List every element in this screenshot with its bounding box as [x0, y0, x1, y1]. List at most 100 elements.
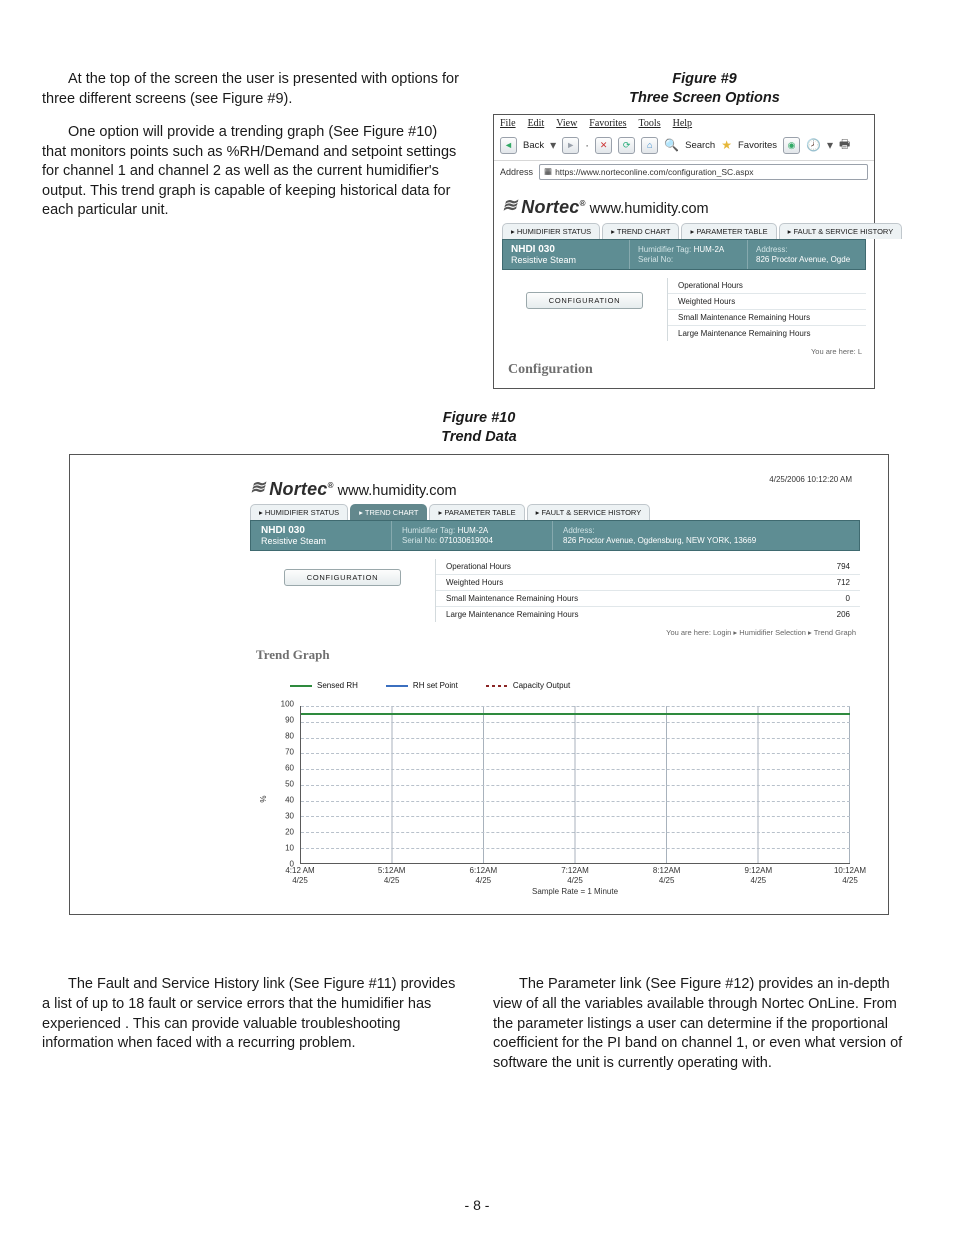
figure-10-section: Figure #10 Trend Data 4/25/2006 10:12:20… [42, 409, 916, 916]
tab-trend-chart[interactable]: ▸ TREND CHART [350, 504, 427, 520]
nav-tabs: ▸ HUMIDIFIER STATUS ▸ TREND CHART ▸ PARA… [502, 223, 866, 239]
table-row: Small Maintenance Remaining Hours [668, 310, 866, 326]
menu-edit[interactable]: Edit [528, 118, 545, 129]
x-axis-ticks: Sample Rate = 1 Minute 4:12 AM4/255:12AM… [300, 866, 850, 894]
bottom-left-column: The Fault and Service History link (See … [42, 975, 465, 1067]
section-title: Trend Graph [256, 647, 860, 663]
address-input[interactable]: ▦ https://www.norteconline.com/configura… [539, 164, 868, 180]
table-row: Operational Hours794 [436, 559, 860, 575]
media-icon[interactable]: ◉ [783, 137, 800, 154]
configuration-button[interactable]: CONFIGURATION [284, 569, 401, 586]
menu-view[interactable]: View [556, 118, 577, 129]
favorites-star-icon[interactable]: ★ [721, 138, 732, 152]
brand-subtext: www.humidity.com [590, 201, 709, 217]
device-type: Resistive Steam [261, 536, 381, 546]
device-header: NHDI 030 Resistive Steam Humidifier Tag:… [250, 520, 860, 551]
menu-help[interactable]: Help [673, 118, 692, 129]
address-value: 826 Proctor Avenue, Ogde [756, 255, 850, 264]
tab-parameter-table[interactable]: ▸ PARAMETER TABLE [681, 223, 776, 239]
tag-value: HUM-2A [458, 526, 489, 535]
top-section: At the top of the screen the user is pre… [42, 70, 916, 389]
legend-item: Capacity Output [486, 681, 570, 690]
intro-text-column: At the top of the screen the user is pre… [42, 70, 465, 235]
serial-value: 071030619004 [440, 536, 493, 545]
address-bar: Address ▦ https://www.norteconline.com/c… [494, 161, 874, 187]
legend-swatch-icon [290, 685, 312, 687]
y-axis-ticks: 0102030405060708090100 [264, 704, 298, 864]
tab-humidifier-status[interactable]: ▸ HUMIDIFIER STATUS [502, 223, 600, 239]
separator-icon: · [585, 138, 589, 152]
serial-label: Serial No: [402, 536, 437, 545]
table-row: Operational Hours [668, 278, 866, 294]
nav-tabs: ▸ HUMIDIFIER STATUS ▸ TREND CHART ▸ PARA… [250, 504, 860, 520]
table-row: Large Maintenance Remaining Hours206 [436, 607, 860, 622]
serial-label: Serial No: [638, 255, 673, 264]
history-icon[interactable]: 🕗 [806, 138, 821, 152]
quick-stats: CONFIGURATION Operational Hours794 Weigh… [250, 559, 860, 622]
dropdown-icon[interactable]: ▾ [550, 138, 556, 152]
configuration-button[interactable]: CONFIGURATION [526, 292, 643, 309]
forward-icon[interactable]: ► [562, 137, 579, 154]
address-label-hdr: Address: [756, 245, 788, 254]
quick-stats-table: Operational Hours Weighted Hours Small M… [667, 278, 866, 341]
figure-9-caption: Figure #9 Three Screen Options [493, 70, 916, 108]
bottom-right-column: The Parameter link (See Figure #12) prov… [493, 975, 916, 1087]
brand-wave-icon: ≋ [250, 477, 265, 498]
tab-fault-service[interactable]: ▸ FAULT & SERVICE HISTORY [527, 504, 651, 520]
intro-paragraph-2: One option will provide a trending graph… [42, 123, 465, 221]
browser-toolbar: ◄ Back ▾ ► · ✕ ⟳ ⌂ 🔍 Search ★ Favorites … [494, 132, 874, 161]
quick-stats-table: Operational Hours794 Weighted Hours712 S… [435, 559, 860, 622]
back-icon[interactable]: ◄ [500, 137, 517, 154]
address-label-hdr: Address: [563, 526, 595, 535]
bottom-section: The Fault and Service History link (See … [42, 975, 916, 1087]
tab-parameter-table[interactable]: ▸ PARAMETER TABLE [429, 504, 524, 520]
quick-stats: CONFIGURATION Operational Hours Weighted… [502, 278, 866, 341]
print-icon[interactable]: 🖶 [839, 135, 850, 156]
breadcrumb: You are here: L [502, 347, 862, 356]
figure-10-frame: 4/25/2006 10:12:20 AM ≋Nortec® www.humid… [69, 454, 889, 915]
tag-label: Humidifier Tag: [402, 526, 455, 535]
refresh-icon[interactable]: ⟳ [618, 137, 635, 154]
device-header: NHDI 030 Resistive Steam Humidifier Tag:… [502, 239, 866, 270]
tab-fault-service[interactable]: ▸ FAULT & SERVICE HISTORY [779, 223, 903, 239]
stop-icon[interactable]: ✕ [595, 137, 612, 154]
figure-9-frame: File Edit View Favorites Tools Help ◄ Ba… [493, 114, 875, 389]
address-value: 826 Proctor Avenue, Ogdensburg, NEW YORK… [563, 536, 756, 545]
section-title: Configuration [508, 362, 866, 378]
trend-chart: % 0102030405060708090100 Sample Rate = 1… [264, 704, 860, 894]
back-label[interactable]: Back [523, 140, 544, 151]
menu-tools[interactable]: Tools [639, 118, 661, 129]
figure-9-caption-l1: Figure #9 [672, 71, 736, 87]
chart-legend: Sensed RH RH set Point Capacity Output [290, 681, 860, 690]
menu-favorites[interactable]: Favorites [589, 118, 626, 129]
home-icon[interactable]: ⌂ [641, 137, 658, 154]
address-url: https://www.norteconline.com/configurati… [555, 167, 753, 177]
page-number: - 8 - [0, 1197, 954, 1213]
favorites-label[interactable]: Favorites [738, 140, 777, 151]
tab-humidifier-status[interactable]: ▸ HUMIDIFIER STATUS [250, 504, 348, 520]
bottom-left-paragraph: The Fault and Service History link (See … [42, 975, 465, 1053]
search-icon[interactable]: 🔍 [664, 138, 679, 152]
figure-10-caption: Figure #10 Trend Data [42, 409, 916, 447]
menu-file[interactable]: File [500, 118, 516, 129]
bottom-right-paragraph: The Parameter link (See Figure #12) prov… [493, 975, 916, 1073]
search-label[interactable]: Search [685, 140, 715, 151]
tag-value: HUM-2A [694, 245, 725, 254]
table-row: Large Maintenance Remaining Hours [668, 326, 866, 341]
table-row: Small Maintenance Remaining Hours0 [436, 591, 860, 607]
device-model: NHDI 030 [261, 525, 381, 536]
legend-item: RH set Point [386, 681, 458, 690]
plot-area [300, 706, 850, 864]
table-row: Weighted Hours712 [436, 575, 860, 591]
intro-paragraph-1: At the top of the screen the user is pre… [42, 70, 465, 109]
sample-rate-label: Sample Rate = 1 Minute [532, 887, 618, 896]
figure-9-column: Figure #9 Three Screen Options File Edit… [493, 70, 916, 389]
page-icon: ▦ [544, 166, 552, 177]
breadcrumb: You are here: Login ▸ Humidifier Selecti… [250, 628, 856, 637]
figure-10-caption-l1: Figure #10 [443, 410, 516, 426]
mail-dropdown-icon[interactable]: ▾ [827, 138, 833, 152]
table-row: Weighted Hours [668, 294, 866, 310]
brand-logo: ≋Nortec® www.humidity.com [502, 195, 866, 218]
tab-trend-chart[interactable]: ▸ TREND CHART [602, 223, 679, 239]
app-content: ≋Nortec® www.humidity.com ▸ HUMIDIFIER S… [494, 187, 874, 388]
